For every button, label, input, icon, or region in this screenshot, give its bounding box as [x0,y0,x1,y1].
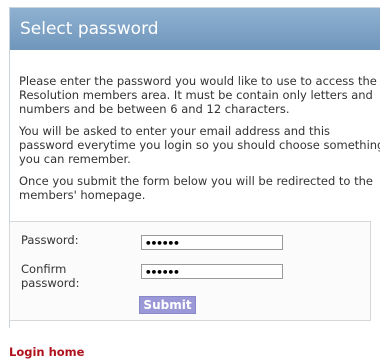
password-input[interactable]: •••••• [141,235,283,250]
instruction-paragraph-2: You will be asked to enter your email ad… [19,124,380,166]
submit-button[interactable]: Submit [139,296,196,314]
instructions: Please enter the password you would like… [10,50,380,202]
confirm-password-input[interactable]: •••••• [141,264,283,279]
confirm-password-label: Confirm password: [21,262,80,290]
instruction-paragraph-1: Please enter the password you would like… [19,74,377,116]
page-title: Select password [10,8,380,50]
login-home-link[interactable]: Login home [9,345,84,359]
instruction-paragraph-3: Once you submit the form below you will … [19,174,373,202]
password-form: Password: •••••• Confirm password: •••••… [9,221,371,321]
password-label: Password: [21,233,79,247]
